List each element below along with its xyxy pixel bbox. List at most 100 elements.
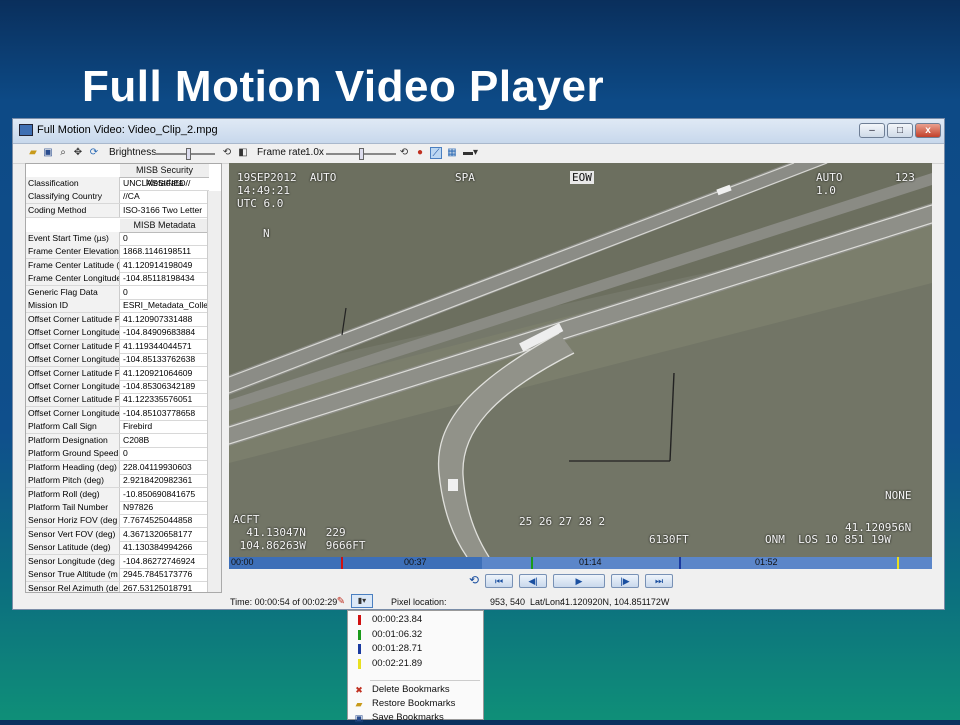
time-readout: Time: 00:00:54 of 00:02:29 (230, 597, 338, 607)
metadata-value: ESRI_Metadata_Colle (123, 300, 209, 311)
timeline-bookmark-marker[interactable] (341, 557, 344, 569)
latlon-label: Lat/Lon: (530, 597, 563, 607)
bookmark-item[interactable]: 00:01:06.32 (348, 628, 483, 642)
first-frame-button[interactable]: ⏮ (485, 574, 513, 588)
bookmark-item[interactable]: 00:00:23.84 (348, 613, 483, 627)
metadata-value: N97826 (123, 502, 154, 512)
loop-button[interactable]: ⟲ (465, 574, 483, 588)
metadata-key: Offset Corner Latitude P (26, 393, 120, 407)
osd-bottom-mid: 25 26 27 28 2 (519, 515, 606, 528)
metadata-value: 228.04119930603 (123, 461, 192, 472)
security-key: Classifying Country (26, 190, 120, 204)
metadata-row: Frame Center Elevation 1868.1146198511 (26, 245, 209, 260)
last-frame-button[interactable]: ⏭ (645, 574, 673, 588)
metadata-row: Offset Corner Latitude P 41.120921064609 (26, 366, 209, 381)
reset-framerate-icon[interactable]: ⟲ (398, 147, 410, 159)
bookmark-menu-button[interactable]: ▮▾ (351, 594, 373, 608)
slide-title: Full Motion Video Player (82, 62, 605, 111)
zoom-icon[interactable]: ⌕ (57, 147, 69, 159)
metadata-value: -104.85306342189 (123, 380, 196, 391)
metadata-key: Offset Corner Latitude P (26, 339, 120, 353)
metadata-key: Sensor Latitude (deg) (26, 541, 120, 555)
map-pin-icon[interactable]: ● (414, 147, 426, 159)
bookmark-color-marker (358, 644, 361, 655)
osd-spa: SPA (455, 171, 475, 184)
brightness-slider-knob[interactable] (186, 148, 191, 160)
folder-icon: ▰ (355, 699, 363, 709)
metadata-scrollbar[interactable] (207, 191, 221, 592)
bookmark-item[interactable]: 00:01:28.71 (348, 642, 483, 656)
metadata-row: Sensor Rel Azimuth (de 267.53125018791 (26, 581, 209, 592)
metadata-value: Firebird (123, 421, 153, 432)
timeline-bookmark-marker[interactable] (531, 557, 534, 569)
framerate-slider[interactable] (326, 148, 396, 160)
restore-bookmarks-label: Restore Bookmarks (372, 698, 456, 709)
save-icon: ▣ (354, 713, 364, 723)
sync-icon[interactable]: ⟳ (88, 147, 100, 159)
metadata-value: -104.85103778658 (123, 407, 196, 418)
metadata-key: Frame Center Elevation (26, 245, 120, 259)
pan-icon[interactable]: ✥ (72, 147, 84, 159)
metadata-key: Platform Roll (deg) (26, 487, 120, 501)
metadata-value: -104.86272746924 (123, 555, 196, 566)
metadata-key: Offset Corner Longitude (26, 379, 120, 393)
save-bookmarks-item[interactable]: ▣ Save Bookmarks (348, 711, 483, 725)
metadata-value: 41.120921064609 (123, 367, 193, 378)
timeline-bookmark-marker[interactable] (896, 557, 899, 569)
save-icon[interactable]: ▣ (42, 147, 54, 159)
restore-bookmarks-item[interactable]: ▰ Restore Bookmarks (348, 697, 483, 711)
step-forward-button[interactable]: |▶ (611, 574, 639, 588)
security-row: Coding Method ISO-3166 Two Letter (26, 203, 209, 218)
metadata-row: Offset Corner Longitude -104.85133762638 (26, 353, 209, 368)
metadata-row: Offset Corner Longitude -104.84909683884 (26, 326, 209, 341)
framerate-slider-knob[interactable] (359, 148, 364, 160)
metadata-value: 0 (123, 286, 128, 297)
osd-top-right-num: 123 (895, 171, 915, 184)
timeline-bookmark-marker[interactable] (678, 557, 681, 569)
maximize-button[interactable]: □ (887, 123, 913, 138)
save-bookmarks-label: Save Bookmarks (372, 712, 444, 723)
latlon-value: 41.120920N, 104.851172W (560, 597, 670, 607)
step-back-button[interactable]: ◀| (519, 574, 547, 588)
metadata-key: Platform Call Sign (26, 420, 120, 434)
metadata-row: Platform Designation C208B (26, 433, 209, 448)
metadata-row: Platform Roll (deg) -10.850690841675 (26, 487, 209, 502)
draw-icon[interactable]: ⟋ (430, 147, 442, 159)
metadata-row: Platform Call Sign Firebird (26, 420, 209, 435)
brightness-slider[interactable] (155, 148, 215, 160)
osd-bottom-mid2: 6130FT (649, 533, 689, 546)
contrast-icon[interactable]: ◧ (237, 147, 249, 159)
metadata-key: Offset Corner Latitude P (26, 366, 120, 380)
play-button[interactable]: ▶ (553, 574, 605, 588)
bookmark-item[interactable]: 00:02:21.89 (348, 657, 483, 671)
display-menu-icon[interactable]: ▬▾ (463, 147, 478, 159)
bookmark-pin-icon[interactable]: ✎ (335, 596, 347, 608)
minimize-button[interactable]: – (859, 123, 885, 138)
timeline-label-4: 01:52 (755, 557, 778, 567)
bookmark-dropdown: 00:00:23.84 00:01:06.32 00:01:28.71 00:02:2… (347, 610, 484, 723)
delete-bookmarks-item[interactable]: ✖ Delete Bookmarks (348, 683, 483, 697)
metadata-value: -104.85118198434 (123, 273, 195, 284)
close-button[interactable]: x (915, 123, 941, 138)
reset-brightness-icon[interactable]: ⟲ (221, 147, 233, 159)
open-folder-icon[interactable]: ▰ (27, 147, 39, 159)
metadata-row: Sensor Horiz FOV (deg 7.7674525044858 (26, 514, 209, 529)
metadata-row: Frame Center Latitude (41.120914198049 (26, 258, 209, 273)
timeline-played (229, 557, 483, 569)
bookmark-color-marker (358, 629, 361, 640)
menu-separator (370, 680, 480, 681)
metadata-key: Offset Corner Latitude P (26, 312, 120, 326)
metadata-key: Offset Corner Longitude (26, 326, 120, 340)
metadata-value: 2945.7845173776 (123, 569, 193, 580)
image-icon[interactable]: ▦ (446, 147, 458, 159)
metadata-value: 7.7674525044858 (123, 515, 193, 526)
bookmark-time: 00:02:21.89 (372, 657, 423, 669)
metadata-value: 0 (123, 233, 128, 243)
timeline-label-1: 00:00 (231, 557, 254, 567)
metadata-value: 41.119344044571 (123, 340, 192, 351)
video-frame[interactable]: 19SEP2012 AUTO 14:49:21 UTC 6.0 SPA EOW … (229, 163, 932, 557)
bookmark-color-marker (358, 658, 361, 669)
framerate-label: Frame rate (257, 147, 306, 158)
security-value: UNCLASSIFIED// (123, 178, 191, 188)
video-scene (229, 163, 932, 557)
